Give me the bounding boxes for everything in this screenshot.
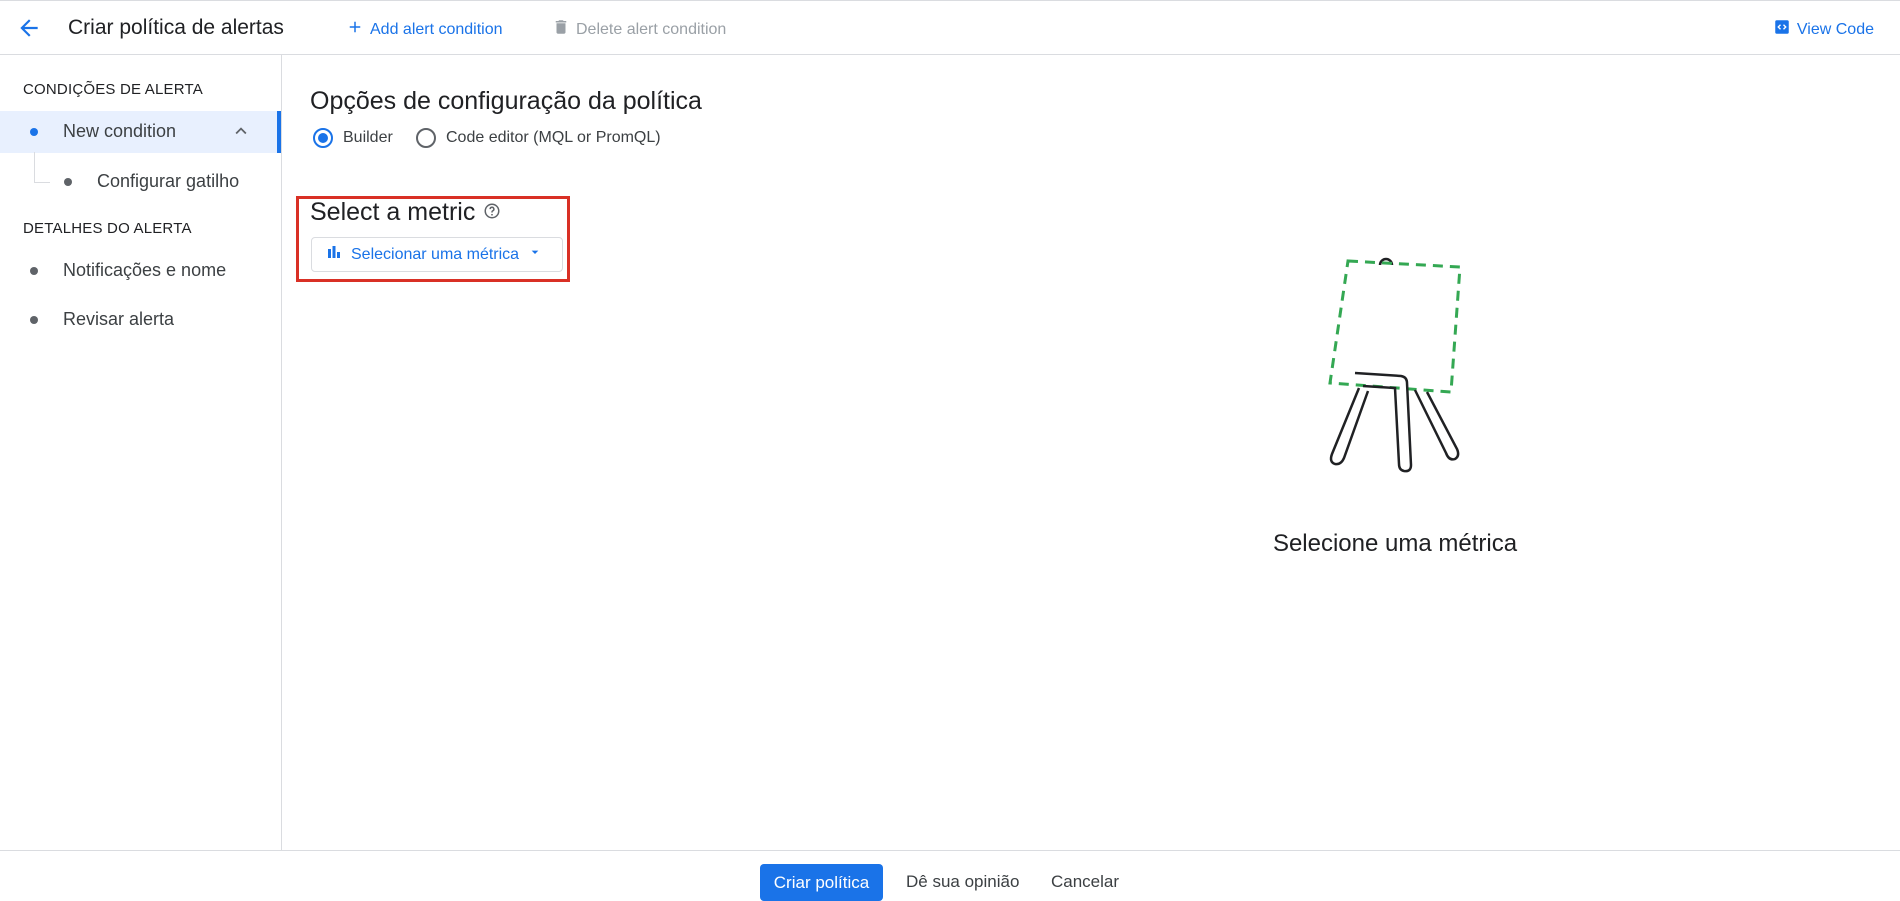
- config-options-title: Opções de configuração da política: [310, 87, 702, 115]
- sidebar-item-configure-trigger[interactable]: Configurar gatilho: [0, 161, 281, 203]
- delete-alert-condition-label: Delete alert condition: [576, 20, 727, 38]
- active-indicator: [277, 111, 281, 153]
- view-code-label: View Code: [1796, 20, 1874, 38]
- sidebar-item-notifications[interactable]: Notificações e nome: [0, 250, 281, 292]
- sidebar-item-label: Revisar alerta: [63, 309, 175, 329]
- chevron-up-icon[interactable]: [230, 120, 252, 147]
- select-metric-button[interactable]: Selecionar uma métrica: [311, 237, 563, 272]
- help-icon[interactable]: [483, 198, 501, 227]
- sidebar-item-new-condition[interactable]: New condition: [0, 111, 281, 153]
- cancel-button[interactable]: Cancelar: [1051, 872, 1119, 892]
- radio-code-editor[interactable]: Code editor (MQL or PromQL): [416, 128, 661, 148]
- step-dot: [64, 178, 72, 186]
- select-metric-title: Select a metric: [310, 198, 476, 226]
- easel-illustration: [1315, 240, 1475, 480]
- view-code-button[interactable]: View Code: [1773, 18, 1874, 41]
- radio-label: Code editor (MQL or PromQL): [446, 129, 661, 146]
- step-dot: [30, 128, 38, 136]
- add-alert-condition-button[interactable]: Add alert condition: [346, 18, 503, 41]
- select-metric-heading: Select a metric: [310, 198, 501, 227]
- radio-builder[interactable]: Builder: [313, 128, 393, 148]
- trash-icon: [552, 18, 570, 41]
- sidebar-item-review[interactable]: Revisar alerta: [0, 299, 281, 341]
- dropdown-arrow-icon: [527, 244, 543, 265]
- select-metric-label: Selecionar uma métrica: [351, 245, 520, 263]
- radio-button-checked[interactable]: [313, 128, 333, 148]
- sidebar-item-label: New condition: [63, 121, 177, 141]
- footer-bar: Criar política Dê sua opinião Cancelar: [0, 850, 1900, 901]
- top-bar: Criar política de alertas Add alert cond…: [0, 0, 1900, 55]
- section-heading-alert-conditions: CONDIÇÕES DE ALERTA: [23, 81, 203, 98]
- sidebar: CONDIÇÕES DE ALERTA New condition Config…: [0, 55, 282, 850]
- sidebar-item-label: Notificações e nome: [63, 260, 227, 280]
- page-title: Criar política de alertas: [68, 16, 284, 39]
- delete-alert-condition-button[interactable]: Delete alert condition: [552, 18, 726, 41]
- section-heading-alert-details: DETALHES DO ALERTA: [23, 220, 192, 237]
- bar-chart-icon: [325, 243, 343, 266]
- back-arrow-icon[interactable]: [16, 15, 42, 41]
- radio-label: Builder: [343, 129, 393, 146]
- empty-state-text: Selecione uma métrica: [1272, 530, 1518, 557]
- step-dot: [30, 267, 38, 275]
- code-icon: [1773, 18, 1791, 41]
- radio-button[interactable]: [416, 128, 436, 148]
- feedback-button[interactable]: Dê sua opinião: [906, 872, 1019, 892]
- plus-icon: [346, 18, 364, 41]
- sidebar-item-label: Configurar gatilho: [97, 171, 240, 191]
- add-alert-condition-label: Add alert condition: [370, 20, 503, 38]
- step-dot: [30, 316, 38, 324]
- create-policy-button[interactable]: Criar política: [760, 864, 883, 901]
